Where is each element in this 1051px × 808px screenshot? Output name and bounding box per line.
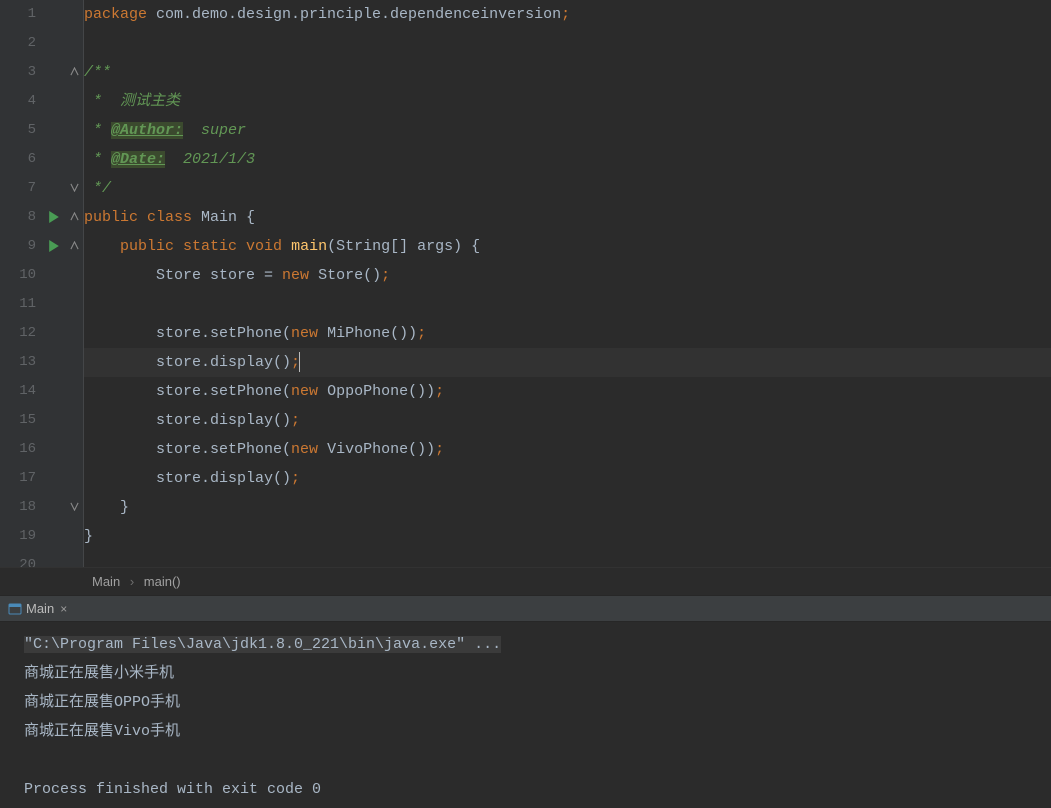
fold-toggle-icon[interactable] — [66, 58, 83, 87]
line-number: 6 — [0, 145, 36, 174]
console-output: 商城正在展售小米手机 — [24, 659, 1051, 688]
code-line: } — [84, 522, 1051, 551]
run-tab-bar: Main × — [0, 595, 1051, 622]
line-number: 18 — [0, 493, 36, 522]
line-number: 7 — [0, 174, 36, 203]
fold-toggle-icon[interactable] — [66, 174, 83, 203]
line-number: 14 — [0, 377, 36, 406]
code-line: Store store = new Store(); — [84, 261, 1051, 290]
code-line — [84, 29, 1051, 58]
run-config-icon — [0, 602, 26, 616]
code-line: } — [84, 493, 1051, 522]
line-number: 10 — [0, 261, 36, 290]
run-method-icon[interactable] — [48, 238, 60, 255]
code-line: /** — [84, 58, 1051, 87]
code-line: * @Date: 2021/1/3 — [84, 145, 1051, 174]
line-number: 1 — [0, 0, 36, 29]
run-console[interactable]: "C:\Program Files\Java\jdk1.8.0_221\bin\… — [0, 622, 1051, 808]
code-line: public class Main { — [84, 203, 1051, 232]
line-number: 3 — [0, 58, 36, 87]
run-class-icon[interactable] — [48, 209, 60, 226]
line-number: 9 — [0, 232, 36, 261]
console-output — [24, 746, 1051, 775]
code-line: package com.demo.design.principle.depend… — [84, 0, 1051, 29]
console-command: "C:\Program Files\Java\jdk1.8.0_221\bin\… — [24, 630, 1051, 659]
code-editor[interactable]: 1 2 3 4 5 6 7 8 9 10 11 12 13 14 15 16 1… — [0, 0, 1051, 567]
run-tab-label[interactable]: Main — [26, 601, 60, 616]
code-text-area[interactable]: package com.demo.design.principle.depend… — [84, 0, 1051, 567]
console-exit: Process finished with exit code 0 — [24, 775, 1051, 804]
code-line: public static void main(String[] args) { — [84, 232, 1051, 261]
code-line: store.setPhone(new OppoPhone()); — [84, 377, 1051, 406]
line-number: 17 — [0, 464, 36, 493]
console-output: 商城正在展售OPPO手机 — [24, 688, 1051, 717]
run-gutter — [42, 0, 66, 567]
code-line: store.display(); — [84, 464, 1051, 493]
breadcrumb-method[interactable]: main() — [144, 574, 181, 589]
code-line: store.display(); — [84, 406, 1051, 435]
code-line: * @Author: super — [84, 116, 1051, 145]
breadcrumb-separator-icon: › — [130, 574, 134, 589]
line-number: 20 — [0, 551, 36, 567]
code-line: * 测试主类 — [84, 87, 1051, 116]
line-number: 11 — [0, 290, 36, 319]
code-line-current: store.display(); — [84, 348, 1051, 377]
line-number: 5 — [0, 116, 36, 145]
breadcrumb-class[interactable]: Main — [92, 574, 120, 589]
code-line — [84, 290, 1051, 319]
breadcrumbs-bar[interactable]: Main › main() — [0, 567, 1051, 595]
caret — [299, 352, 300, 372]
line-number-gutter: 1 2 3 4 5 6 7 8 9 10 11 12 13 14 15 16 1… — [0, 0, 42, 567]
line-number: 13 — [0, 348, 36, 377]
fold-gutter — [66, 0, 84, 567]
line-number: 12 — [0, 319, 36, 348]
line-number: 15 — [0, 406, 36, 435]
fold-toggle-icon[interactable] — [66, 493, 83, 522]
fold-toggle-icon[interactable] — [66, 232, 83, 261]
close-tab-icon[interactable]: × — [60, 602, 77, 616]
line-number: 2 — [0, 29, 36, 58]
line-number: 8 — [0, 203, 36, 232]
code-line: store.setPhone(new MiPhone()); — [84, 319, 1051, 348]
fold-toggle-icon[interactable] — [66, 203, 83, 232]
code-line: */ — [84, 174, 1051, 203]
line-number: 4 — [0, 87, 36, 116]
line-number: 16 — [0, 435, 36, 464]
console-output: 商城正在展售Vivo手机 — [24, 717, 1051, 746]
code-line: store.setPhone(new VivoPhone()); — [84, 435, 1051, 464]
line-number: 19 — [0, 522, 36, 551]
code-line — [84, 551, 1051, 567]
